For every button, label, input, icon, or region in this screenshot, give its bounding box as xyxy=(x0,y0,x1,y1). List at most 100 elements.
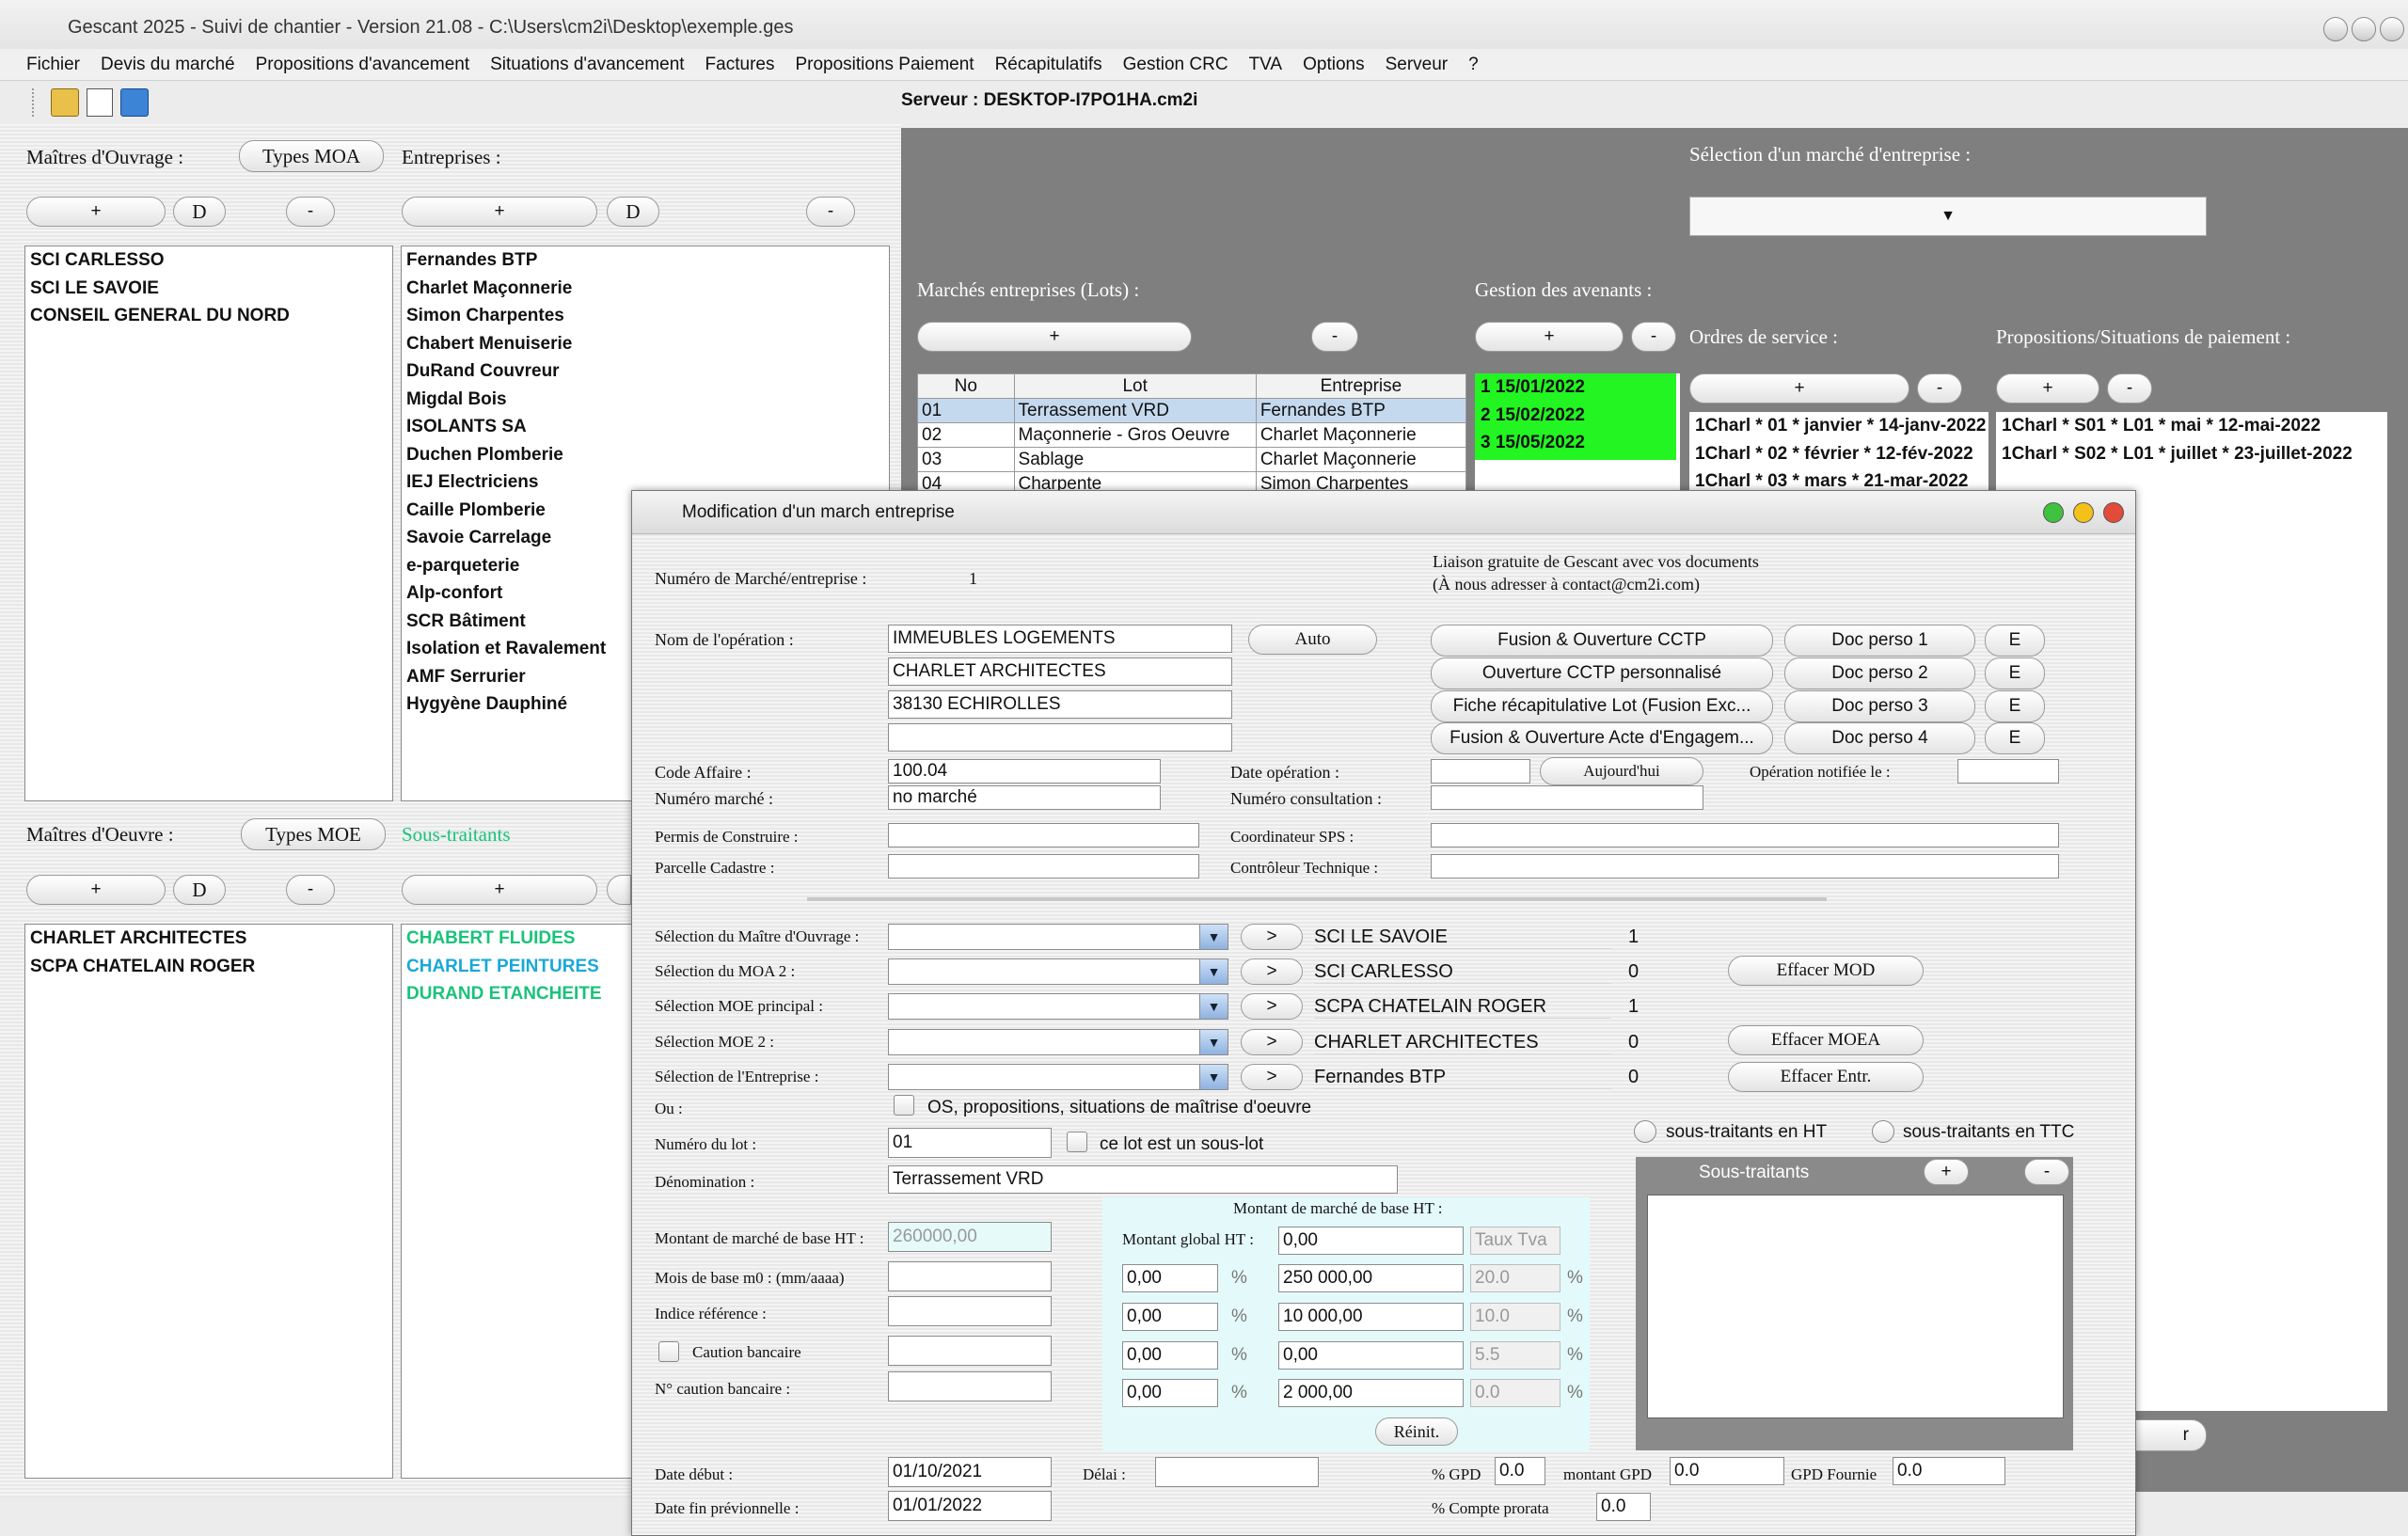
list-item[interactable]: Duchen Plomberie xyxy=(402,441,889,469)
sous-traitants-dialog-list[interactable] xyxy=(1647,1195,2064,1418)
menu-item[interactable]: ? xyxy=(1468,55,1479,75)
controleur-field[interactable] xyxy=(1431,854,2059,879)
avenants-list[interactable]: 1 15/01/2022 2 15/02/2022 3 15/05/2022 xyxy=(1475,373,1680,496)
apply-selection-button[interactable]: > xyxy=(1241,993,1303,1020)
export-icon[interactable] xyxy=(87,88,113,117)
auto-button[interactable]: Auto xyxy=(1248,625,1377,655)
apply-selection-button[interactable]: > xyxy=(1241,958,1303,985)
apply-selection-button[interactable]: > xyxy=(1241,1064,1303,1090)
edit-perso-3-button[interactable]: E xyxy=(1985,690,2045,722)
list-item[interactable]: 1Charl * S02 * L01 * juillet * 23-juille… xyxy=(1996,440,2387,468)
list-item[interactable]: ISOLANTS SA xyxy=(402,413,889,441)
menu-item[interactable]: Propositions Paiement xyxy=(795,55,974,75)
menu-item[interactable]: Récapitulatifs xyxy=(995,55,1102,75)
add-moe-button[interactable]: + xyxy=(26,875,166,905)
list-item[interactable]: Fernandes BTP xyxy=(402,246,889,275)
menu-item[interactable]: Gestion CRC xyxy=(1123,55,1228,75)
remove-avenant-button[interactable]: - xyxy=(1631,322,1676,352)
pct-field[interactable]: 0,00 xyxy=(1122,1303,1218,1331)
edit-perso-2-button[interactable]: E xyxy=(1985,657,2045,689)
add-proposition-button[interactable]: + xyxy=(1996,373,2099,404)
gpd-fournie-field[interactable]: 0.0 xyxy=(1893,1457,2005,1485)
list-item[interactable]: CONSEIL GENERAL DU NORD xyxy=(25,302,392,330)
duplicate-moa-button[interactable]: D xyxy=(173,197,226,227)
moa-list[interactable]: SCI CARLESSO SCI LE SAVOIE CONSEIL GENERAL… xyxy=(24,245,393,801)
nom-operation-line-1[interactable]: IMMEUBLES LOGEMENTS xyxy=(888,625,1232,653)
list-item[interactable]: CHARLET PEINTURES xyxy=(402,953,635,981)
numero-caution-field[interactable] xyxy=(888,1371,1052,1401)
remove-lot-button[interactable]: - xyxy=(1311,322,1358,352)
list-item[interactable]: SCI LE SAVOIE xyxy=(25,275,392,303)
list-item[interactable]: Migdal Bois xyxy=(402,386,889,414)
date-fin-field[interactable]: 01/01/2022 xyxy=(888,1491,1052,1521)
menu-item[interactable]: Devis du marché xyxy=(101,55,235,75)
dialog-maximize-icon[interactable] xyxy=(2043,502,2064,523)
doc-perso-3-button[interactable]: Doc perso 3 xyxy=(1784,690,1975,722)
doc-perso-1-button[interactable]: Doc perso 1 xyxy=(1784,625,1975,657)
list-item[interactable]: 2 15/02/2022 xyxy=(1475,402,1676,430)
menu-item[interactable]: Situations d'avancement xyxy=(490,55,684,75)
date-debut-field[interactable]: 01/10/2021 xyxy=(888,1457,1052,1487)
date-operation-field[interactable] xyxy=(1431,759,1530,784)
table-row[interactable]: 01 Terrassement VRD Fernandes BTP xyxy=(917,398,1466,423)
list-item[interactable]: CHARLET ARCHITECTES xyxy=(25,925,392,953)
fusion-acte-button[interactable]: Fusion & Ouverture Acte d'Engagem... xyxy=(1431,722,1773,754)
numero-lot-field[interactable]: 01 xyxy=(888,1128,1052,1158)
remove-ordre-button[interactable]: - xyxy=(1917,373,1962,404)
table-header[interactable]: Entreprise xyxy=(1255,373,1466,399)
sous-traitants-ttc-radio[interactable] xyxy=(1872,1120,1894,1143)
list-item[interactable]: SCPA CHATELAIN ROGER xyxy=(25,953,392,981)
list-item[interactable]: 1Charl * S01 * L01 * mai * 12-mai-2022 xyxy=(1996,412,2387,440)
coordinateur-field[interactable] xyxy=(1431,823,2059,847)
selection-combo[interactable]: ▼ xyxy=(888,1029,1228,1055)
remove-entreprise-button[interactable]: - xyxy=(806,197,855,227)
effacer-entr-button[interactable]: Effacer Entr. xyxy=(1728,1062,1924,1092)
table-header[interactable]: No xyxy=(917,373,1015,399)
doc-perso-4-button[interactable]: Doc perso 4 xyxy=(1784,722,1975,754)
montant-global-field[interactable]: 0,00 xyxy=(1278,1227,1464,1255)
maximize-icon[interactable] xyxy=(2352,17,2376,41)
nom-operation-line-3[interactable]: 38130 ECHIROLLES xyxy=(888,690,1232,719)
remove-moa-button[interactable]: - xyxy=(286,197,335,227)
montant-base-field[interactable]: 260000,00 xyxy=(888,1222,1052,1252)
montant-gpd-field[interactable]: 0.0 xyxy=(1670,1457,1784,1485)
numero-consultation-field[interactable] xyxy=(1431,785,1703,810)
menu-item[interactable]: Fichier xyxy=(26,55,80,75)
selection-combo[interactable]: ▼ xyxy=(888,1064,1228,1090)
mois-base-field[interactable] xyxy=(888,1261,1052,1291)
ordres-list[interactable]: 1Charl * 01 * janvier * 14-janv-2022 1Cha… xyxy=(1689,412,1988,497)
remove-proposition-button[interactable]: - xyxy=(2107,373,2152,404)
os-moe-checkbox[interactable] xyxy=(894,1095,914,1116)
nom-operation-line-4[interactable] xyxy=(888,723,1232,752)
menu-item[interactable]: TVA xyxy=(1249,55,1283,75)
amount-field[interactable]: 0,00 xyxy=(1278,1341,1464,1370)
indice-field[interactable] xyxy=(888,1296,1052,1326)
menu-item[interactable]: Propositions d'avancement xyxy=(256,55,470,75)
list-item[interactable]: 3 15/05/2022 xyxy=(1475,429,1676,457)
gpd-field[interactable]: 0.0 xyxy=(1495,1457,1545,1485)
add-entreprise-button[interactable]: + xyxy=(402,197,597,227)
apply-selection-button[interactable]: > xyxy=(1241,1029,1303,1055)
doc-perso-2-button[interactable]: Doc perso 2 xyxy=(1784,657,1975,689)
list-item[interactable]: 1Charl * 02 * février * 12-fév-2022 xyxy=(1689,440,1988,468)
amount-field[interactable]: 10 000,00 xyxy=(1278,1303,1464,1331)
denomination-field[interactable]: Terrassement VRD xyxy=(888,1165,1398,1194)
lots-table[interactable]: No Lot Entreprise 01 Terrassement VRD Fernand… xyxy=(917,373,1466,496)
add-sous-traitant-button[interactable]: + xyxy=(402,875,597,905)
sous-traitants-list[interactable]: CHABERT FLUIDES CHARLET PEINTURES DURAND E… xyxy=(401,924,636,1479)
pct-field[interactable]: 0,00 xyxy=(1122,1341,1218,1370)
menu-item[interactable]: Serveur xyxy=(1386,55,1449,75)
permis-field[interactable] xyxy=(888,823,1199,847)
minimize-icon[interactable] xyxy=(2323,17,2348,41)
ouverture-cctp-button[interactable]: Ouverture CCTP personnalisé xyxy=(1431,657,1773,689)
add-avenant-button[interactable]: + xyxy=(1475,322,1624,352)
effacer-mod-button[interactable]: Effacer MOD xyxy=(1728,956,1924,986)
remove-moe-button[interactable]: - xyxy=(286,875,335,905)
edit-perso-1-button[interactable]: E xyxy=(1985,625,2045,657)
list-item[interactable]: 1 15/01/2022 xyxy=(1475,373,1676,402)
effacer-moea-button[interactable]: Effacer MOEA xyxy=(1728,1025,1924,1055)
parcelle-field[interactable] xyxy=(888,854,1199,879)
close-icon[interactable] xyxy=(2380,17,2404,41)
aujourdhui-button[interactable]: Aujourd'hui xyxy=(1540,757,1703,785)
add-moa-button[interactable]: + xyxy=(26,197,166,227)
